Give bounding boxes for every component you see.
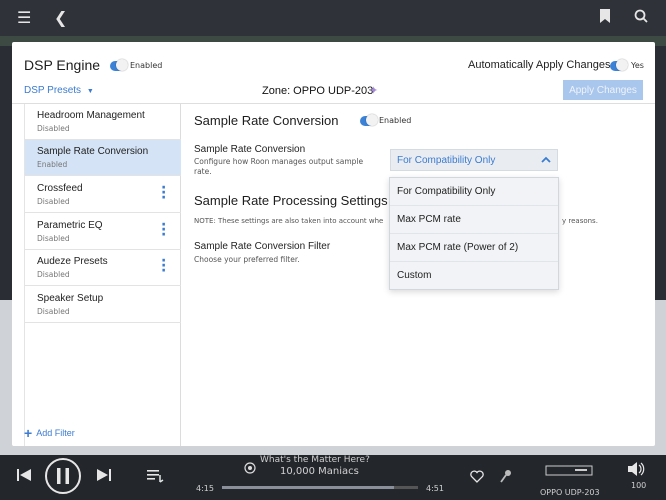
filter-item-label: Speaker Setup [37,293,104,304]
processing-settings-heading: Sample Rate Processing Settings [194,193,388,208]
option-label: For Compatibility Only [397,186,496,197]
section-heading: Sample Rate Conversion [194,113,339,128]
filter-item-sample-rate-conversion[interactable]: Sample Rate Conversion Enabled [25,140,181,176]
filter-item-status: Disabled [37,234,70,243]
note-text-left: NOTE: These settings are also taken into… [194,217,384,225]
filter-item-parametric-eq[interactable]: Parametric EQ Disabled · · · [25,214,181,250]
dsp-enabled-toggle[interactable] [110,59,128,71]
total-time: 4:51 [426,484,444,493]
track-artist[interactable]: 10,000 Maniacs [280,466,359,477]
filter-item-speaker-setup[interactable]: Speaker Setup Disabled [25,287,181,323]
filter-item-label: Sample Rate Conversion [37,146,149,157]
filter-item-audeze-presets[interactable]: Audeze Presets Disabled · · · [25,250,181,286]
option-max-pcm-rate[interactable]: Max PCM rate [390,206,558,234]
hamburger-menu-icon[interactable]: ☰ [17,8,31,28]
track-progress-bar[interactable] [222,486,418,489]
pause-button[interactable] [44,457,82,499]
apply-changes-button[interactable]: Apply Changes [563,80,643,100]
filter-item-label: Audeze Presets [37,256,108,267]
more-options-icon[interactable]: · · · [161,181,166,205]
zone-title: Zone: OPPO UDP-203 [262,85,374,97]
back-arrow-icon[interactable]: ❮ [54,8,67,28]
volume-icon[interactable] [628,461,646,480]
player-bar: What's the Matter Here? 10,000 Maniacs 4… [0,455,666,500]
radio-icon [244,459,256,478]
chevron-down-icon: ▼ [86,88,94,95]
filter-item-label: Headroom Management [37,110,145,121]
dsp-presets-label: DSP Presets [24,85,82,96]
option-compatibility[interactable]: For Compatibility Only [390,178,558,206]
more-options-icon[interactable]: · · · [161,254,166,278]
heart-icon[interactable] [470,468,484,487]
add-filter-label: Add Filter [36,428,75,438]
next-track-icon[interactable] [97,467,111,486]
track-title[interactable]: What's the Matter Here? [260,455,370,465]
filter-item-status: Disabled [37,124,70,133]
dsp-presets-dropdown[interactable]: DSP Presets ▼ [24,85,94,96]
src-enabled-label: Enabled [379,116,412,125]
filter-item-status: Disabled [37,307,70,316]
filter-list: Headroom Management Disabled Sample Rate… [24,104,181,446]
filter-type-description: Choose your preferred filter. [194,255,300,264]
src-mode-select[interactable]: For Compatibility Only [390,149,558,171]
src-mode-label: Sample Rate Conversion [194,144,306,155]
filter-item-status: Disabled [37,197,70,206]
src-mode-description: Configure how Roon manages output sample… [194,157,364,176]
elapsed-time: 4:15 [196,484,214,493]
note-text-right: y reasons. [562,217,598,225]
search-icon[interactable] [634,8,648,28]
filter-type-label: Sample Rate Conversion Filter [194,241,331,252]
auto-apply-toggle[interactable] [610,59,628,71]
plus-icon: + [24,425,33,441]
auto-apply-value: Yes [631,61,644,70]
option-label: Max PCM rate (Power of 2) [397,242,519,253]
queue-icon[interactable] [147,468,165,487]
more-options-icon[interactable]: · · · [161,218,166,242]
filter-item-crossfeed[interactable]: Crossfeed Disabled · · · [25,177,181,213]
filter-item-label: Crossfeed [37,183,83,194]
volume-level: 100 [631,481,647,490]
filter-item-status: Disabled [37,270,70,279]
filter-item-headroom-management[interactable]: Headroom Management Disabled [25,104,181,140]
zone-device-icon[interactable] [545,463,593,482]
chevron-up-icon [541,153,551,170]
zone-status-icon: ✦ [369,84,379,97]
dialog-title: DSP Engine [24,57,101,73]
src-mode-options: For Compatibility Only Max PCM rate Max … [389,177,559,290]
track-progress-fill [222,486,394,489]
app-top-bar: ☰ ❮ [0,0,666,36]
dsp-enabled-label: Enabled [130,61,163,70]
filter-item-status: Enabled [37,160,68,169]
bookmark-icon[interactable] [600,8,610,28]
zone-name[interactable]: OPPO UDP-203 [540,488,600,497]
selected-value: For Compatibility Only [397,155,496,166]
microphone-icon[interactable] [500,468,512,487]
filter-item-label: Parametric EQ [37,220,103,231]
option-label: Custom [397,270,432,281]
option-label: Max PCM rate [397,214,461,225]
dsp-engine-dialog: DSP Engine Enabled Automatically Apply C… [12,42,655,446]
add-filter-button[interactable]: + Add Filter [24,425,75,441]
auto-apply-label: Automatically Apply Changes [468,59,611,71]
option-custom[interactable]: Custom [390,262,558,290]
previous-track-icon[interactable] [17,467,31,486]
src-enabled-toggle[interactable] [360,114,378,126]
option-max-pcm-power-of-2[interactable]: Max PCM rate (Power of 2) [390,234,558,262]
